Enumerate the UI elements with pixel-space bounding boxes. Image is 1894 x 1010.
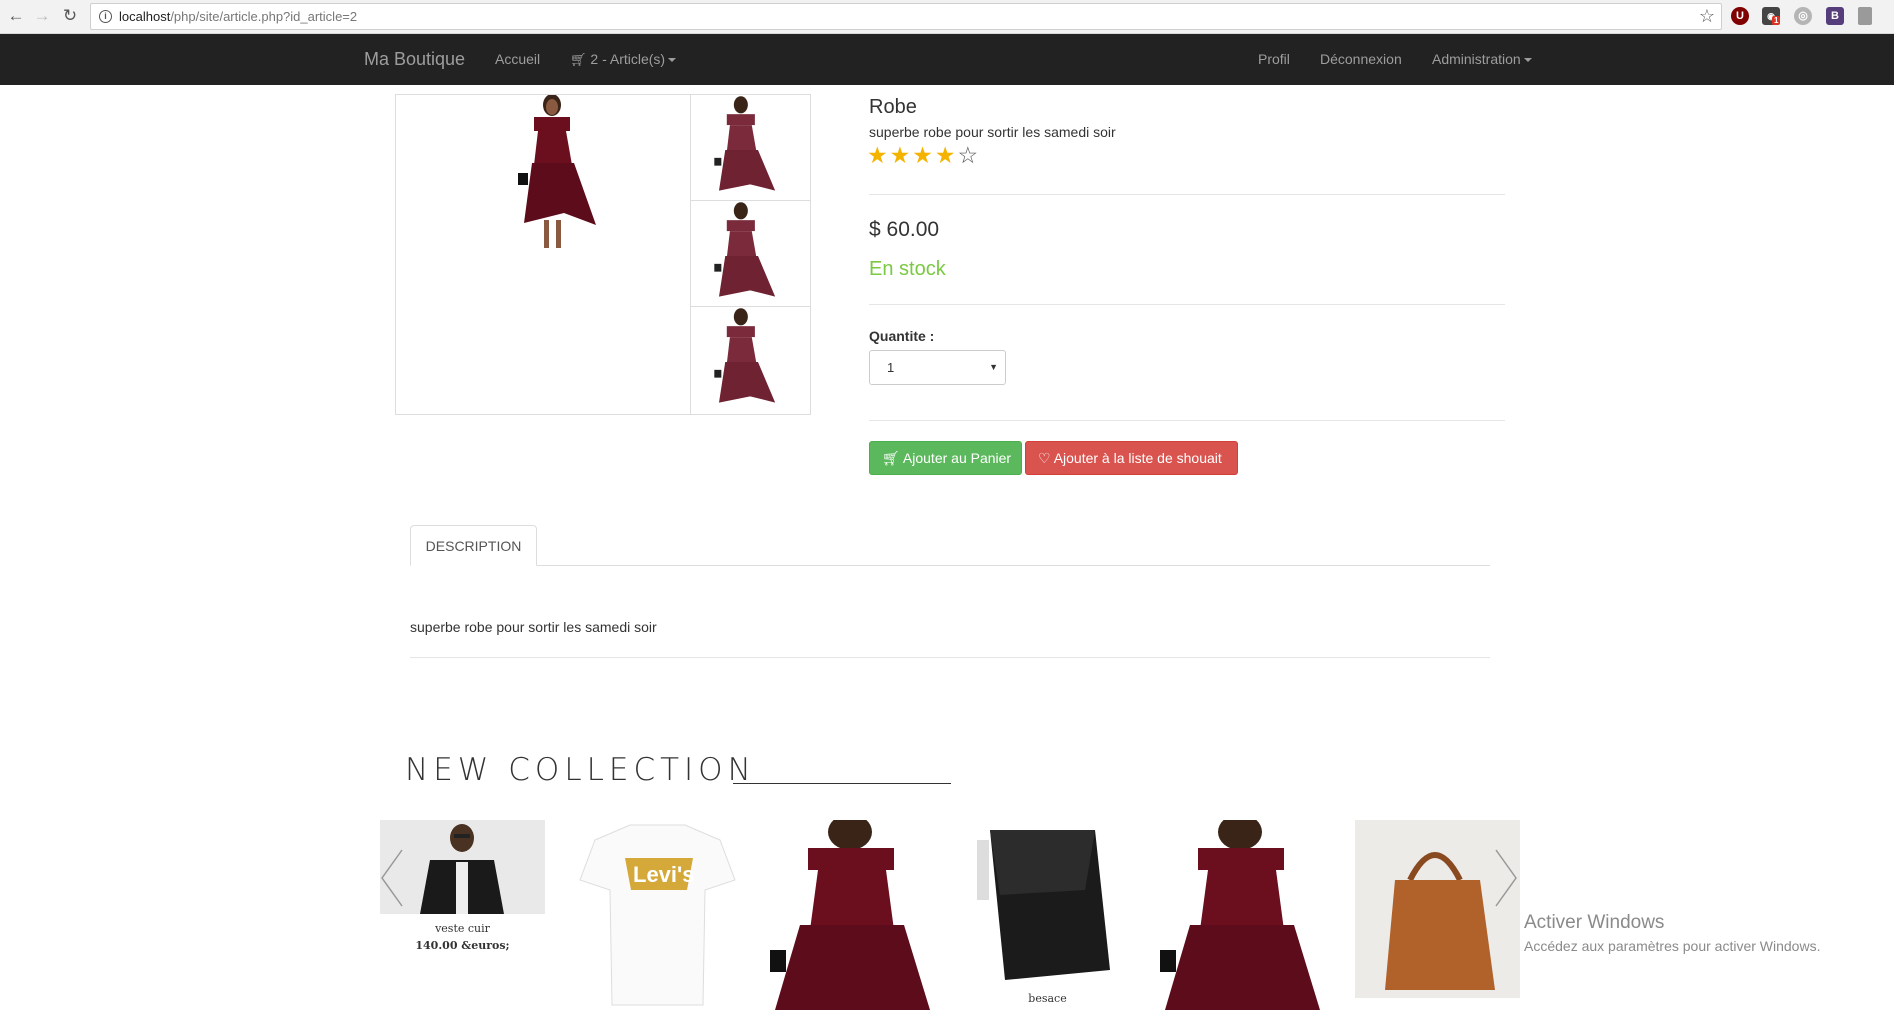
nav-profile-link[interactable]: Profil bbox=[1258, 51, 1290, 67]
carousel-prev-icon[interactable] bbox=[378, 848, 408, 908]
collection-card[interactable]: Levi's bbox=[575, 820, 740, 1010]
caret-down-icon bbox=[668, 58, 677, 63]
add-to-cart-button[interactable]: 🛒︎ Ajouter au Panier bbox=[869, 441, 1022, 475]
handbag-image bbox=[1355, 820, 1520, 998]
add-to-wishlist-button[interactable]: ♡ Ajouter à la liste de shouait bbox=[1025, 441, 1238, 475]
nav-admin-dropdown[interactable]: Administration bbox=[1432, 51, 1532, 67]
carousel-next-icon[interactable] bbox=[1490, 848, 1520, 908]
windows-activation-watermark: Activer Windows Accédez aux paramètres p… bbox=[1524, 912, 1820, 954]
browser-toolbar: ← → ↻ i localhost/php/site/article.php?i… bbox=[0, 0, 1894, 34]
star-filled-icon: ★ bbox=[889, 142, 911, 168]
main-navbar: Ma Boutique Accueil 🛒︎ 2 - Article(s) Pr… bbox=[0, 34, 1894, 85]
cart-icon: 🛒︎ bbox=[882, 450, 900, 466]
quantity-value: 1 bbox=[887, 360, 895, 375]
product-title: Robe bbox=[869, 96, 917, 118]
bag-image bbox=[977, 830, 1110, 980]
item-price: 140.00 &euros; bbox=[415, 939, 510, 952]
info-icon[interactable]: i bbox=[99, 10, 112, 23]
speech-extension-icon[interactable]: ◎ bbox=[1794, 7, 1812, 25]
divider bbox=[869, 420, 1505, 421]
watermark-subtitle: Accédez aux paramètres pour activer Wind… bbox=[1524, 938, 1821, 954]
product-subtitle: superbe robe pour sortir les samedi soir bbox=[869, 124, 1116, 140]
product-gallery bbox=[395, 94, 811, 415]
rating-stars: ★★★★☆ bbox=[867, 142, 980, 169]
nav-logout-link[interactable]: Déconnexion bbox=[1320, 51, 1402, 67]
tshirt-image: Levi's bbox=[579, 824, 736, 1006]
svg-text:Levi's: Levi's bbox=[633, 862, 695, 887]
address-bar[interactable]: i localhost/php/site/article.php?id_arti… bbox=[90, 3, 1722, 30]
bootstrap-extension-icon[interactable]: B bbox=[1826, 7, 1844, 25]
quantity-label: Quantite : bbox=[869, 328, 935, 344]
quantity-select[interactable]: 1 ▼ bbox=[869, 350, 1006, 385]
item-name: veste cuir bbox=[435, 922, 490, 935]
star-filled-icon: ★ bbox=[934, 142, 956, 168]
select-arrow-icon: ▼ bbox=[989, 362, 998, 372]
collection-card[interactable] bbox=[770, 820, 935, 1010]
tab-bar bbox=[410, 565, 1490, 566]
collection-title: NEW COLLECTION bbox=[405, 752, 756, 788]
back-icon[interactable]: ← bbox=[6, 6, 26, 26]
bookmark-star-icon[interactable]: ☆ bbox=[1699, 6, 1715, 27]
heart-icon: ♡ bbox=[1038, 450, 1051, 466]
star-empty-icon: ☆ bbox=[957, 142, 979, 168]
description-text: superbe robe pour sortir les samedi soir bbox=[410, 619, 657, 635]
product-thumbnail[interactable] bbox=[691, 201, 811, 307]
product-price: $ 60.00 bbox=[869, 218, 940, 241]
divider bbox=[869, 304, 1505, 305]
star-filled-icon: ★ bbox=[912, 142, 933, 168]
item-name: besace bbox=[1028, 992, 1067, 1005]
brand-link[interactable]: Ma Boutique bbox=[364, 49, 465, 70]
watermark-title: Activer Windows bbox=[1524, 912, 1665, 933]
collection-card[interactable] bbox=[1160, 820, 1325, 1010]
extension-badge: 1 bbox=[1772, 16, 1781, 25]
divider bbox=[410, 657, 1490, 658]
product-thumbnail[interactable] bbox=[691, 307, 811, 414]
dress-image bbox=[770, 820, 930, 1010]
dress-image bbox=[1160, 820, 1320, 1010]
reload-icon[interactable]: ↻ bbox=[60, 6, 80, 26]
divider bbox=[869, 194, 1505, 195]
forward-icon[interactable]: → bbox=[32, 6, 52, 26]
thumbnail-column bbox=[690, 95, 811, 414]
title-underline bbox=[733, 783, 951, 784]
ublock-icon[interactable]: U bbox=[1731, 7, 1749, 25]
cart-icon: 🛒︎ bbox=[570, 52, 587, 67]
menu-extension-icon[interactable] bbox=[1858, 7, 1872, 25]
product-thumbnail[interactable] bbox=[691, 95, 811, 201]
nav-home-link[interactable]: Accueil bbox=[495, 51, 540, 67]
ghost-extension-icon[interactable]: ◉ 1 bbox=[1762, 7, 1781, 25]
caret-down-icon bbox=[1523, 58, 1532, 63]
main-product-image[interactable] bbox=[396, 95, 690, 414]
star-filled-icon: ★ bbox=[867, 142, 888, 168]
nav-cart-link[interactable]: 🛒︎ 2 - Article(s) bbox=[570, 51, 677, 68]
url-text: localhost/php/site/article.php?id_articl… bbox=[119, 9, 358, 24]
stock-status: En stock bbox=[869, 258, 946, 280]
collection-card[interactable]: besace bbox=[965, 820, 1130, 1010]
tab-description[interactable]: DESCRIPTION bbox=[410, 525, 537, 566]
